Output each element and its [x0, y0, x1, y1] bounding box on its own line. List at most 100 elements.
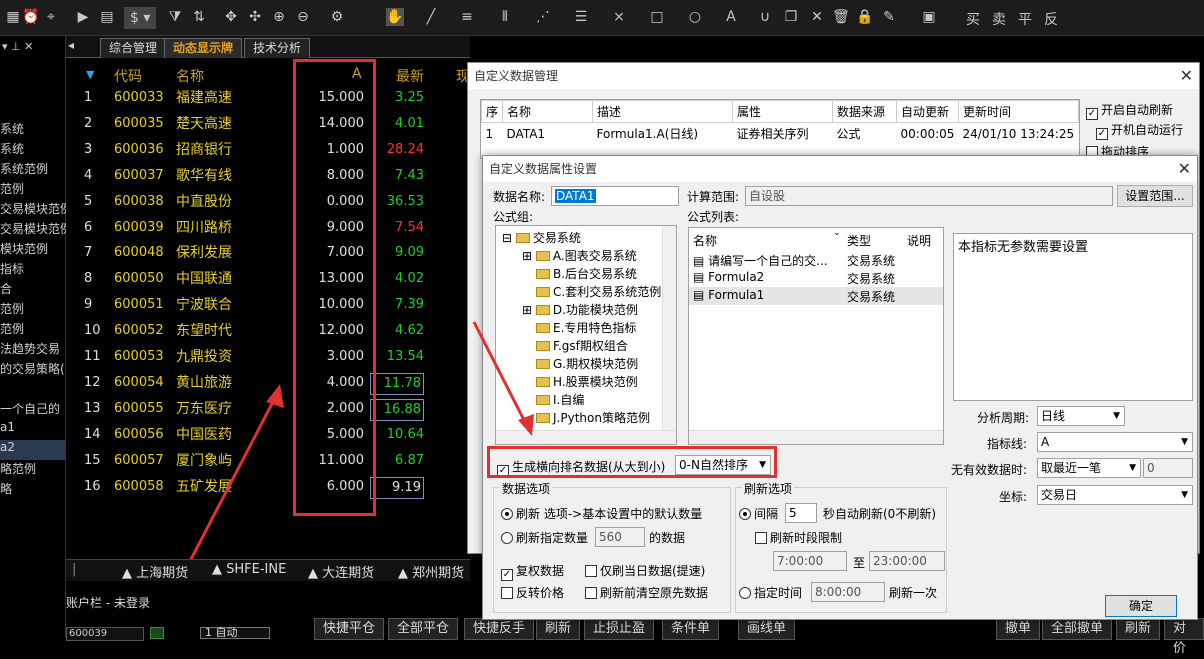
tree-item[interactable]: H.股票模块范例 [536, 373, 638, 390]
buy-button[interactable]: 买 [966, 9, 980, 29]
row-index[interactable]: 15 [84, 451, 108, 471]
line-tool-icon[interactable]: ╱ [422, 8, 440, 26]
set-range-button[interactable]: 设置范围... [1117, 185, 1193, 207]
row-latest[interactable]: 7.39 [370, 295, 424, 315]
header-name[interactable]: 名称 [176, 66, 204, 86]
row-name[interactable]: 中国联通 [176, 269, 266, 289]
col-auto[interactable]: 自动更新 [896, 100, 960, 123]
formula-item[interactable]: ▤ 请编写一个自己的交... [693, 252, 828, 269]
interval-input[interactable]: 5 [785, 503, 817, 523]
row-index[interactable]: 4 [84, 166, 108, 186]
row-index[interactable]: 1 [84, 88, 108, 108]
today-only-checkbox[interactable]: 仅刷当日数据(提速) [585, 562, 705, 579]
market-tab-shfe[interactable]: ▲ 上海期货 [122, 562, 188, 581]
lock-icon[interactable]: 🔒 [856, 8, 874, 26]
row-latest[interactable]: 28.24 [370, 140, 424, 160]
row-latest[interactable]: 16.88 [370, 398, 424, 421]
row-latest[interactable]: 6.87 [370, 451, 424, 471]
tree-root[interactable]: ⊟ 交易系统 [502, 229, 581, 246]
crosshair-icon[interactable]: ✣ [246, 8, 264, 26]
left-item[interactable]: 略 [0, 480, 66, 500]
sell-button[interactable]: 卖 [992, 9, 1006, 29]
invalid-select[interactable]: 取最近一笔 ▼ [1037, 458, 1141, 478]
zoom-in-icon[interactable]: ⊕ [270, 8, 288, 26]
row-index[interactable]: 6 [84, 218, 108, 238]
interval-radio[interactable]: 间隔 [739, 505, 778, 522]
row-index[interactable]: 9 [84, 295, 108, 315]
row-index[interactable]: 3 [84, 140, 108, 160]
formula-hscrollbar[interactable] [689, 430, 943, 444]
tab-scroll-left-icon[interactable]: ◂ [68, 38, 74, 52]
row-index[interactable]: 12 [84, 373, 108, 393]
magnet-icon[interactable]: ∪ [756, 8, 774, 26]
left-item[interactable]: 范例 [0, 320, 66, 340]
row-code[interactable]: 600033 [114, 88, 174, 108]
tree-item[interactable]: ⊞ D.功能模块范例 [522, 301, 638, 318]
col-desc[interactable]: 描述 [592, 100, 734, 123]
parallel-icon[interactable]: ≡ [458, 8, 476, 26]
gear-icon[interactable]: ⚙ [328, 8, 346, 26]
pen-icon[interactable]: ✎ [880, 8, 898, 26]
left-item[interactable]: a2 [0, 440, 66, 460]
row-name[interactable]: 东望时代 [176, 321, 266, 341]
row-code[interactable]: 600048 [114, 243, 174, 263]
row-latest[interactable]: 9.19 [370, 476, 424, 499]
cross-lines-icon[interactable]: ⨯ [610, 8, 628, 26]
fib-icon[interactable]: ☰ [572, 8, 590, 26]
move-icon[interactable]: ✥ [222, 8, 240, 26]
left-item[interactable]: 指标 [0, 260, 66, 280]
tree-item[interactable]: C.套利交易系统范例 [536, 283, 661, 300]
tab-technical[interactable]: 技术分析 [244, 38, 311, 58]
play-icon[interactable]: ▶ [74, 8, 92, 26]
auto-refresh-checkbox[interactable]: ✓ 开启自动刷新 [1086, 101, 1173, 120]
row-index[interactable]: 11 [84, 347, 108, 367]
tree-item[interactable]: E.专用特色指标 [536, 319, 636, 336]
row-name[interactable]: 歌华有线 [176, 166, 266, 186]
left-item[interactable]: 合 [0, 280, 66, 300]
fuquan-checkbox[interactable]: ✓ 复权数据 [501, 562, 564, 581]
reverse-button[interactable]: 反 [1044, 9, 1058, 29]
row-code[interactable]: 600035 [114, 114, 174, 134]
row-code[interactable]: 600051 [114, 295, 174, 315]
row-index[interactable]: 2 [84, 114, 108, 134]
data-opt-count-radio[interactable]: 刷新指定数量 [501, 529, 588, 546]
row-name[interactable]: 九鼎投资 [176, 347, 266, 367]
circle-icon[interactable]: ○ [686, 8, 704, 26]
header-latest[interactable]: 最新 [396, 66, 424, 86]
close-position-button[interactable]: 平 [1018, 9, 1032, 29]
reverse-price-checkbox[interactable]: 反转价格 [501, 584, 564, 601]
window-icon[interactable]: ▣ [920, 8, 938, 26]
market-tab-prev-icon[interactable]: | [72, 562, 76, 577]
row-code[interactable]: 600054 [114, 373, 174, 393]
col-attr[interactable]: 属性 [732, 100, 834, 123]
fixed-time-radio[interactable]: 指定时间 [739, 584, 802, 601]
period-select[interactable]: 日线 ▼ [1037, 406, 1125, 426]
row-index[interactable]: 14 [84, 425, 108, 445]
row-code[interactable]: 600057 [114, 451, 174, 471]
data-opt-default-radio[interactable]: 刷新 选项->基本设置中的默认数量 [501, 505, 702, 522]
row-latest[interactable]: 7.43 [370, 166, 424, 186]
close-icon[interactable]: ✕ [1180, 63, 1193, 89]
formula-item[interactable]: ▤ Formula2 [693, 270, 764, 284]
tree-scrollbar[interactable] [662, 226, 676, 430]
zoom-out-icon[interactable]: ⊖ [294, 8, 312, 26]
rectangle-icon[interactable]: □ [648, 8, 666, 26]
left-item[interactable]: 系统范例 [0, 160, 66, 180]
period-limit-checkbox[interactable]: 刷新时段限制 [755, 529, 842, 546]
left-item[interactable]: 范例 [0, 180, 66, 200]
row-name[interactable]: 中直股份 [176, 192, 266, 212]
row-name[interactable]: 保利发展 [176, 243, 266, 263]
document-icon[interactable]: ▤ [98, 8, 116, 26]
row-latest[interactable]: 4.01 [370, 114, 424, 134]
row-latest[interactable]: 10.64 [370, 425, 424, 445]
coord-select[interactable]: 交易日 ▼ [1037, 485, 1193, 505]
row-index[interactable]: 7 [84, 243, 108, 263]
auto-select[interactable]: 1 自动 [200, 627, 270, 639]
left-item[interactable]: 的交易策略( [0, 360, 66, 380]
line-select[interactable]: A ▼ [1037, 432, 1193, 452]
tree-item[interactable]: B.后台交易系统 [536, 265, 637, 282]
left-item[interactable]: 系统 [0, 140, 66, 160]
market-tab-dce[interactable]: ▲ 大连期货 [308, 562, 374, 581]
formula-col-name[interactable]: 名称 [693, 232, 717, 249]
tree-item[interactable]: I.自编 [536, 391, 584, 408]
